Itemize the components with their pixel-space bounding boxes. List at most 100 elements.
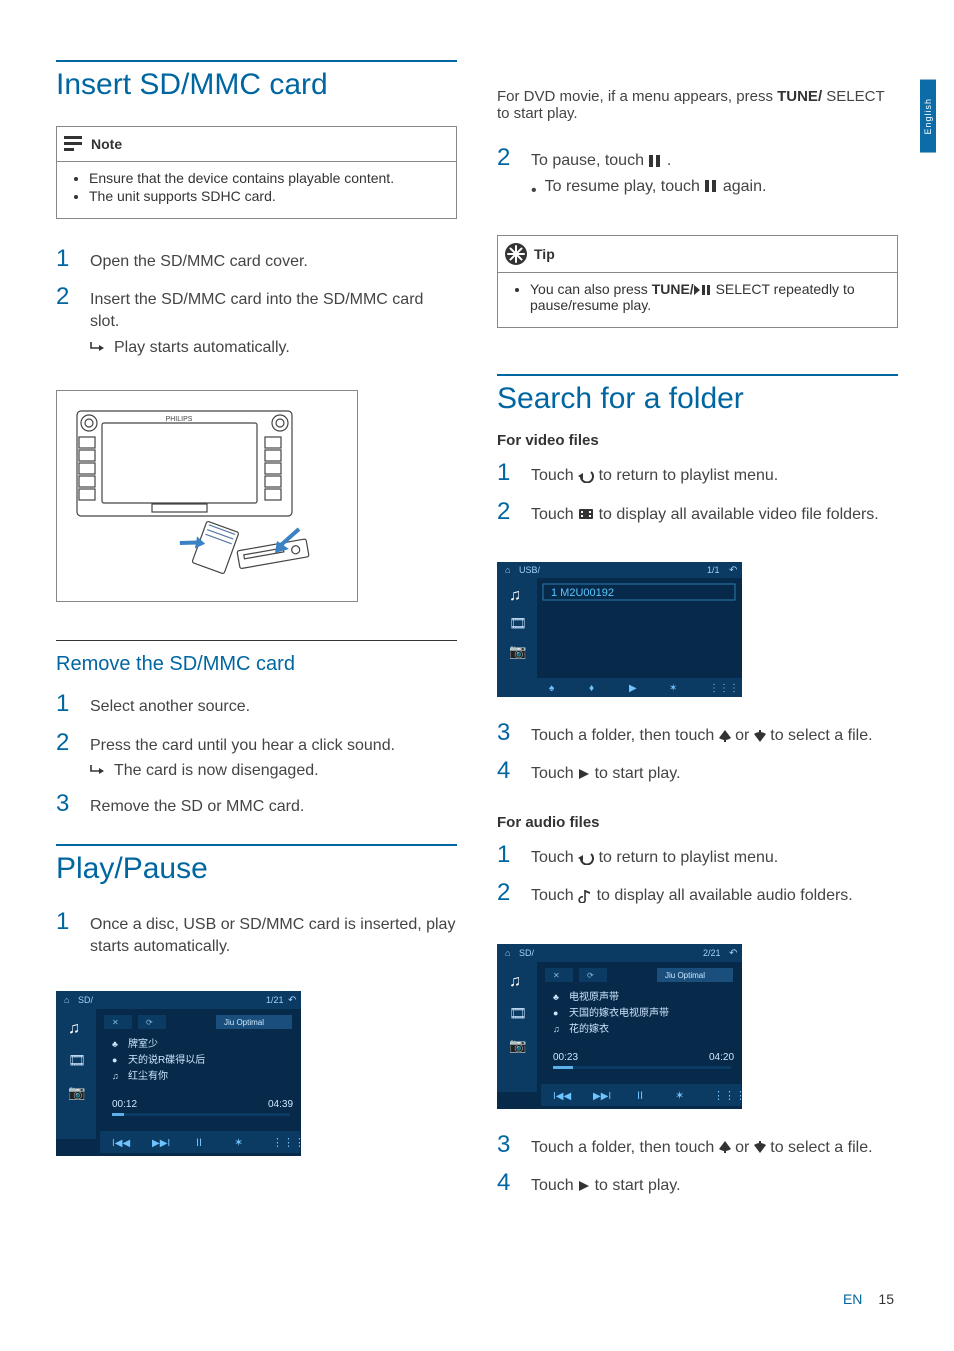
svg-text:♠: ♠ bbox=[549, 683, 555, 694]
step-number: 1 bbox=[56, 243, 90, 275]
svg-text:花的嫁衣: 花的嫁衣 bbox=[569, 1022, 609, 1035]
heading-insert-sdmmc: Insert SD/MMC card bbox=[56, 60, 457, 102]
svg-text:⌂: ⌂ bbox=[505, 948, 510, 958]
step-result: Play starts automatically. bbox=[114, 337, 290, 359]
step-text-part: to start play. bbox=[590, 765, 680, 782]
spade-up-icon bbox=[719, 1141, 731, 1153]
svg-text:II: II bbox=[196, 1137, 202, 1149]
svg-text:⋮⋮⋮: ⋮⋮⋮ bbox=[709, 683, 739, 694]
svg-text:PHILIPS: PHILIPS bbox=[166, 416, 193, 423]
heading-search-folder: Search for a folder bbox=[497, 374, 898, 416]
svg-text:I◀◀: I◀◀ bbox=[553, 1091, 571, 1102]
svg-text:00:12: 00:12 bbox=[112, 1099, 137, 1110]
play-icon bbox=[578, 1180, 590, 1192]
svg-text:电视原声带: 电视原声带 bbox=[569, 990, 619, 1003]
step-number: 4 bbox=[497, 755, 531, 787]
step-number: 2 bbox=[497, 142, 531, 174]
step-text-part: to display all available audio folders. bbox=[592, 887, 853, 904]
music-note-icon bbox=[578, 889, 592, 903]
step-text-part: to select a file. bbox=[766, 1139, 873, 1156]
spade-down-icon bbox=[754, 730, 766, 742]
step-number: 4 bbox=[497, 1167, 531, 1199]
svg-text:♫: ♫ bbox=[509, 973, 521, 990]
step-text: Press the card until you hear a click so… bbox=[90, 737, 395, 754]
step-text-part: or bbox=[731, 727, 754, 744]
svg-text:⟳: ⟳ bbox=[146, 1018, 153, 1027]
note-label: Note bbox=[91, 136, 122, 152]
svg-text:II: II bbox=[637, 1090, 643, 1102]
tip-label: Tip bbox=[534, 246, 555, 262]
svg-text:天国的嫁衣电视原声带: 天国的嫁衣电视原声带 bbox=[569, 1006, 669, 1019]
svg-text:⋮⋮⋮: ⋮⋮⋮ bbox=[272, 1137, 301, 1149]
step-text-part: . bbox=[667, 152, 671, 169]
svg-text:天的说R碟得以后: 天的说R碟得以后 bbox=[128, 1053, 205, 1066]
step-text-part: to return to playlist menu. bbox=[594, 467, 778, 484]
pause-icon bbox=[704, 179, 718, 193]
svg-text:SD/: SD/ bbox=[519, 948, 535, 958]
step-result: The card is now disengaged. bbox=[114, 760, 319, 782]
step-number: 1 bbox=[497, 839, 531, 871]
svg-text:04:39: 04:39 bbox=[268, 1099, 293, 1110]
svg-text:▶▶I: ▶▶I bbox=[152, 1138, 170, 1149]
player-screenshot-sd: ⌂ SD/ 1/21 ↶ ♫ 🎞 📷 ✕ ⟳ Jiu Optimal ♣牌室少 … bbox=[56, 991, 301, 1156]
svg-text:●: ● bbox=[112, 1055, 117, 1065]
svg-text:2/21: 2/21 bbox=[703, 948, 721, 958]
result-arrow-icon bbox=[90, 764, 106, 776]
step-text-part: to select a file. bbox=[766, 727, 873, 744]
svg-text:▶▶I: ▶▶I bbox=[593, 1091, 611, 1102]
step-text-part: Touch a folder, then touch bbox=[531, 1139, 719, 1156]
pause-icon bbox=[648, 154, 662, 168]
step-number: 1 bbox=[56, 688, 90, 720]
svg-text:牌室少: 牌室少 bbox=[128, 1037, 158, 1050]
remove-steps: 1Select another source. 2 Press the card… bbox=[56, 688, 457, 826]
audio-steps-b: 3 Touch a folder, then touch or to selec… bbox=[497, 1129, 898, 1206]
svg-text:♦: ♦ bbox=[589, 683, 594, 694]
svg-text:♫: ♫ bbox=[112, 1071, 119, 1081]
svg-text:红尘有你: 红尘有你 bbox=[128, 1069, 168, 1082]
note-item: Ensure that the device contains playable… bbox=[89, 170, 442, 186]
insert-steps: 1 Open the SD/MMC card cover. 2 Insert t… bbox=[56, 243, 457, 364]
spade-up-icon bbox=[719, 730, 731, 742]
svg-text:✕: ✕ bbox=[112, 1018, 119, 1027]
footer-lang: EN bbox=[843, 1291, 862, 1307]
svg-text:📷: 📷 bbox=[68, 1084, 85, 1101]
film-icon bbox=[578, 507, 594, 521]
svg-text:♫: ♫ bbox=[553, 1024, 560, 1034]
step-number: 3 bbox=[497, 717, 531, 749]
note-callout: Note Ensure that the device contains pla… bbox=[56, 126, 457, 219]
pause-steps: 2 To pause, touch . • To resume play, to… bbox=[497, 142, 898, 207]
note-item: The unit supports SDHC card. bbox=[89, 188, 442, 204]
note-icon bbox=[63, 133, 85, 155]
svg-text:1/21: 1/21 bbox=[266, 995, 284, 1005]
svg-text:SD/: SD/ bbox=[78, 995, 94, 1005]
play-pause-icon bbox=[694, 285, 712, 296]
step-number: 2 bbox=[56, 281, 90, 313]
player-screenshot-sd2: ⌂ SD/ 2/21 ↶ ♫ 🎞 📷 ✕ ⟳ Jiu Optimal ♣电视原声… bbox=[497, 944, 742, 1109]
tip-callout: Tip You can also press TUNE/ SELECT repe… bbox=[497, 235, 898, 328]
svg-text:✶: ✶ bbox=[675, 1090, 684, 1102]
svg-text:♣: ♣ bbox=[112, 1039, 118, 1049]
svg-text:🎞: 🎞 bbox=[509, 615, 527, 631]
return-icon bbox=[578, 469, 594, 483]
play-steps: 1Once a disc, USB or SD/MMC card is inse… bbox=[56, 906, 457, 963]
svg-text:📷: 📷 bbox=[509, 643, 526, 660]
heading-remove-sdmmc: Remove the SD/MMC card bbox=[56, 640, 457, 676]
step-text-part: Touch bbox=[531, 1177, 578, 1194]
svg-text:🎞: 🎞 bbox=[509, 1005, 527, 1021]
video-steps-b: 3 Touch a folder, then touch or to selec… bbox=[497, 717, 898, 794]
svg-text:✶: ✶ bbox=[669, 683, 677, 694]
result-arrow-icon bbox=[90, 341, 106, 353]
footer-page-number: 15 bbox=[878, 1291, 894, 1307]
step-text-part: Touch a folder, then touch bbox=[531, 727, 719, 744]
svg-text:⋮⋮⋮: ⋮⋮⋮ bbox=[713, 1090, 742, 1102]
svg-text:♫: ♫ bbox=[68, 1020, 80, 1037]
step-text: Select another source. bbox=[90, 696, 457, 718]
step-text: Open the SD/MMC card cover. bbox=[90, 251, 457, 273]
step-text-part: or bbox=[731, 1139, 754, 1156]
heading-play-pause: Play/Pause bbox=[56, 844, 457, 886]
svg-text:↶: ↶ bbox=[729, 948, 737, 959]
step-text-part: To pause, touch bbox=[531, 152, 648, 169]
device-diagram: PHILIPS bbox=[56, 390, 358, 602]
svg-text:↶: ↶ bbox=[288, 995, 296, 1006]
step-number: 3 bbox=[497, 1129, 531, 1161]
